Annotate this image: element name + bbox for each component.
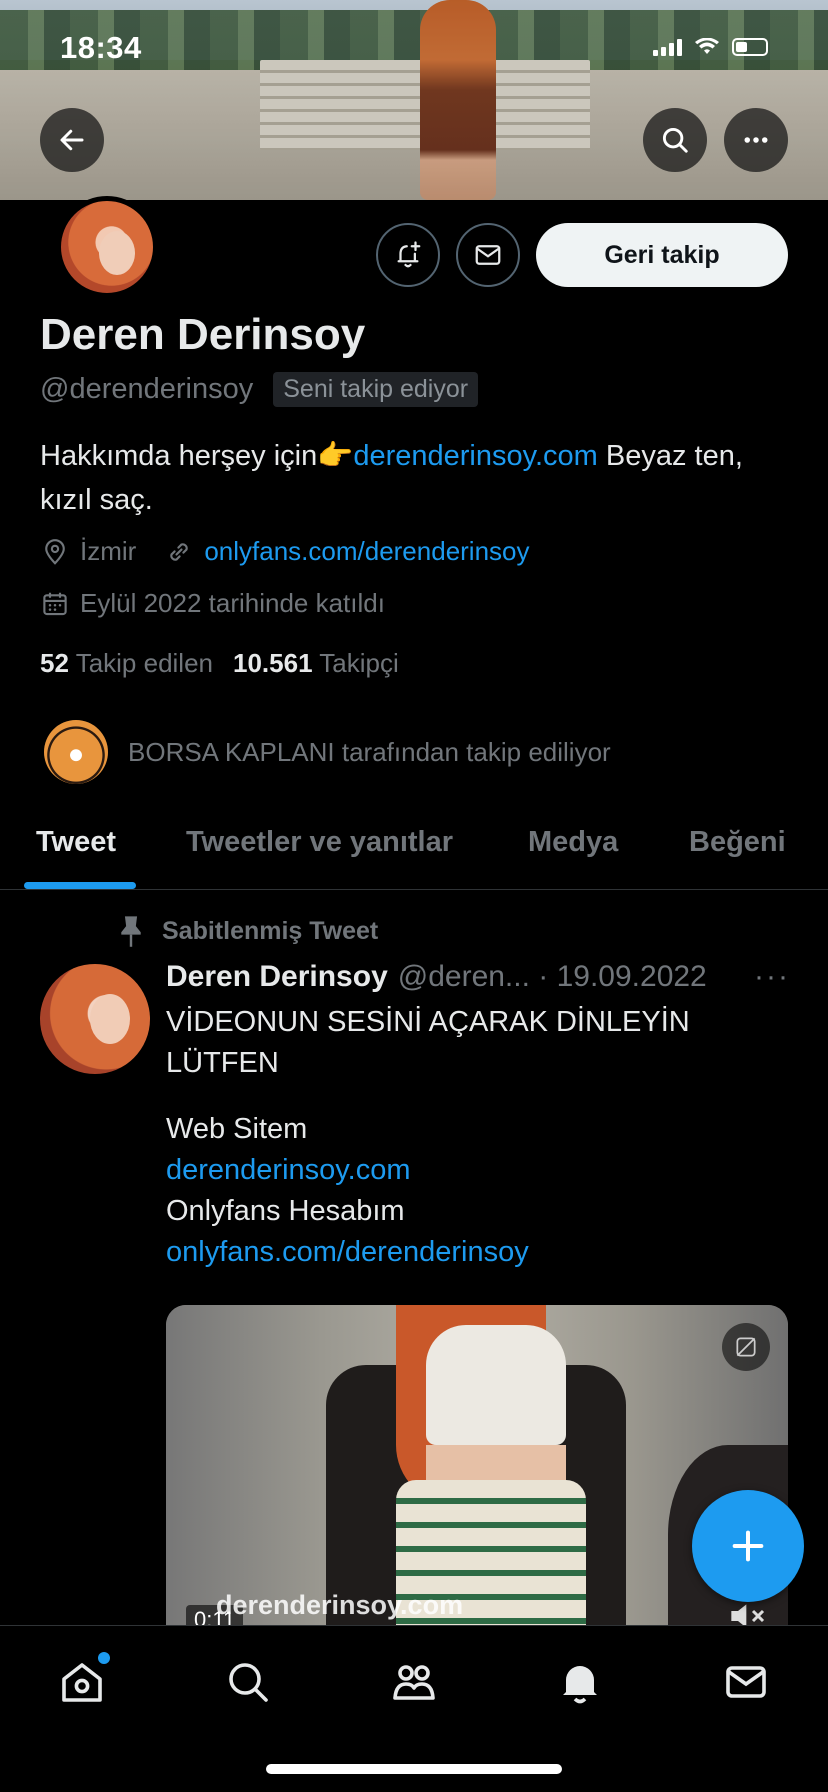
tweet-link-website[interactable]: derenderinsoy.com — [166, 1150, 796, 1191]
tweet-line-1: VİDEONUN SESİNİ AÇARAK DİNLEYİN LÜTFEN — [166, 1006, 690, 1079]
handle-row: @derenderinsoy Seni takip ediyor — [40, 372, 479, 407]
status-time: 18:34 — [60, 30, 142, 65]
tweet-link-onlyfans[interactable]: onlyfans.com/derenderinsoy — [166, 1232, 796, 1273]
status-icons — [653, 38, 768, 56]
link-icon — [170, 542, 189, 561]
tweet-text: VİDEONUN SESİNİ AÇARAK DİNLEYİN LÜTFEN W… — [166, 1002, 796, 1273]
nav-messages[interactable] — [716, 1652, 776, 1712]
location-text: İzmir — [80, 536, 137, 566]
battery-icon — [732, 38, 768, 56]
follow-back-button[interactable]: Geri takip — [536, 223, 788, 287]
pin-icon — [121, 916, 141, 947]
back-button[interactable] — [40, 108, 104, 172]
tab-likes[interactable]: Beğeni — [689, 826, 786, 859]
signal-icon — [653, 38, 682, 56]
nav-search[interactable] — [218, 1652, 278, 1712]
profile-bio: Hakkımda herşey için👉derenderinsoy.com B… — [40, 434, 800, 522]
pinned-label-row: Sabitlenmiş Tweet — [116, 914, 378, 948]
bio-text-prefix: Hakkımda herşey için👉 — [40, 440, 354, 472]
followers-label: Takipçi — [319, 648, 399, 678]
tweet-avatar-face — [90, 994, 130, 1044]
message-button[interactable] — [456, 223, 520, 287]
profile-handle: @derenderinsoy — [40, 373, 254, 405]
wifi-icon — [695, 38, 719, 54]
profile-tabs: Tweet Tweetler ve yanıtlar Medya Beğeni — [0, 800, 828, 890]
media-settings-icon — [736, 1337, 756, 1357]
joined-text: Eylül 2022 tarihinde katıldı — [80, 588, 385, 618]
profile-meta-location-website: İzmir onlyfans.com/derenderinsoy — [40, 536, 530, 567]
followers-stat[interactable]: 10.561 Takipçi — [233, 648, 399, 679]
tweet-header: Deren Derinsoy @deren... · 19.09.2022 — [166, 960, 707, 994]
follower-avatar — [44, 720, 108, 784]
notify-button[interactable] — [376, 223, 440, 287]
tweet-handle-date: @deren... · 19.09.2022 — [397, 960, 707, 993]
tweet-author-name[interactable]: Deren Derinsoy — [166, 960, 388, 994]
search-icon — [662, 127, 688, 153]
tweet-video[interactable]: 0:11 derenderinsoy.com — [166, 1305, 788, 1625]
tweet-line-3: Onlyfans Hesabım — [166, 1195, 405, 1227]
status-bar: 18:34 — [0, 0, 828, 100]
more-horizontal-icon — [744, 137, 768, 143]
video-top — [426, 1325, 566, 1445]
nav-home[interactable] — [52, 1652, 112, 1712]
profile-meta-joined: Eylül 2022 tarihinde katıldı — [40, 588, 385, 619]
display-name: Deren Derinsoy — [40, 310, 366, 359]
notifications-icon — [563, 1666, 597, 1704]
communities-icon — [393, 1665, 435, 1700]
location-pin-icon — [45, 538, 65, 565]
home-notification-dot — [98, 1652, 110, 1664]
tweet-line-2: Web Sitem — [166, 1113, 308, 1145]
profile-avatar[interactable] — [56, 196, 158, 298]
avatar-face — [99, 231, 135, 275]
nav-notifications[interactable] — [550, 1652, 610, 1712]
messages-icon — [726, 1666, 766, 1698]
mute-icon[interactable] — [728, 1601, 768, 1625]
follow-stats: 52 Takip edilen 10.561 Takipçi — [40, 648, 399, 679]
nav-communities[interactable] — [384, 1652, 444, 1712]
tab-media[interactable]: Medya — [528, 826, 618, 859]
search-icon — [229, 1663, 268, 1702]
plus-icon — [732, 1530, 764, 1562]
more-button[interactable] — [724, 108, 788, 172]
following-count: 52 — [40, 648, 69, 678]
mail-icon — [475, 245, 501, 265]
followers-count: 10.561 — [233, 648, 313, 678]
active-tab-indicator — [24, 882, 136, 889]
followed-by-row[interactable]: BORSA KAPLANI tarafından takip ediliyor — [44, 720, 611, 784]
follows-you-badge: Seni takip ediyor — [273, 372, 479, 407]
video-skin — [426, 1445, 566, 1485]
home-indicator — [266, 1764, 562, 1774]
tab-tweets-replies[interactable]: Tweetler ve yanıtlar — [186, 826, 453, 859]
sensitive-media-button[interactable] — [722, 1323, 770, 1371]
pinned-label: Sabitlenmiş Tweet — [162, 916, 379, 945]
bio-link[interactable]: derenderinsoy.com — [353, 440, 597, 472]
tweet-avatar[interactable] — [40, 964, 150, 1074]
bell-plus-icon — [397, 241, 421, 268]
home-icon — [62, 1663, 102, 1702]
search-button[interactable] — [643, 108, 707, 172]
calendar-icon — [43, 592, 67, 615]
video-watermark: derenderinsoy.com — [216, 1590, 464, 1620]
tab-tweet[interactable]: Tweet — [36, 826, 116, 859]
website-link[interactable]: onlyfans.com/derenderinsoy — [204, 536, 529, 567]
tweet-more-button[interactable]: ··· — [754, 960, 790, 994]
arrow-left-icon — [60, 129, 84, 151]
following-stat[interactable]: 52 Takip edilen — [40, 648, 213, 679]
followed-by-text: BORSA KAPLANI tarafından takip ediliyor — [128, 736, 611, 767]
following-label: Takip edilen — [75, 648, 213, 678]
compose-tweet-button[interactable] — [692, 1490, 804, 1602]
